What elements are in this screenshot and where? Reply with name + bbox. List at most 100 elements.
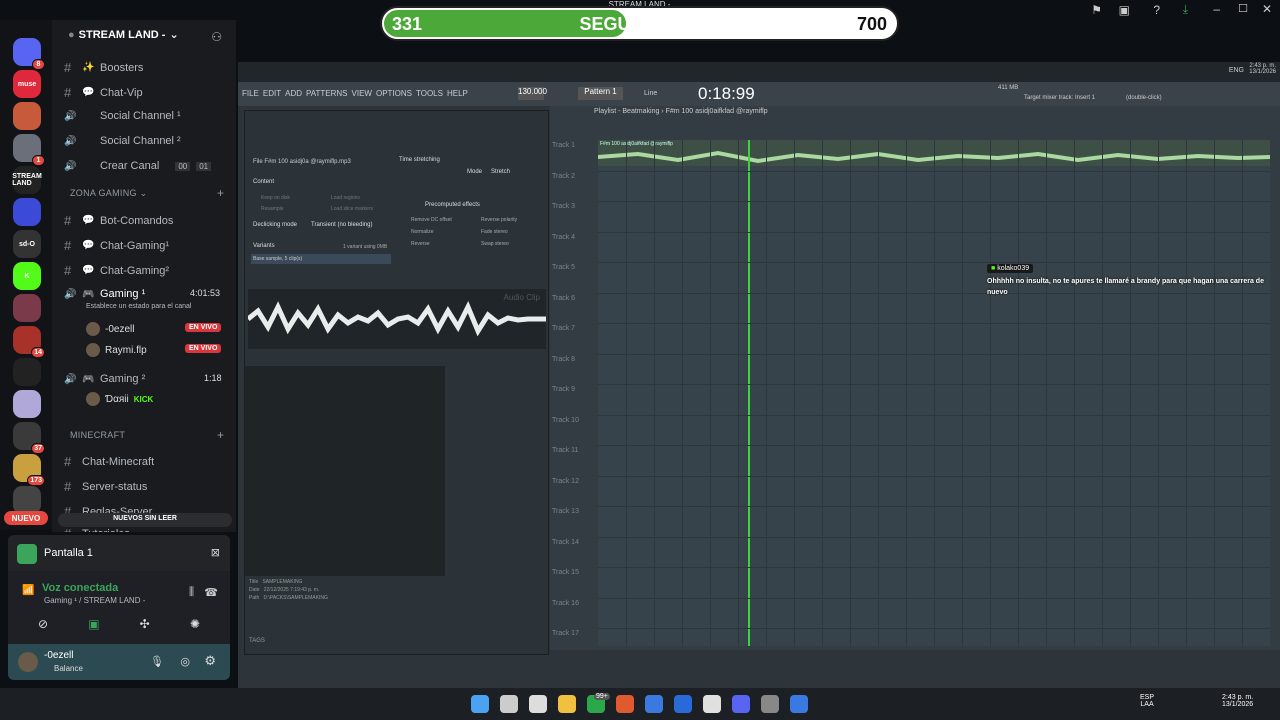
voice-user[interactable]: -0ezell xyxy=(86,322,134,336)
track-label[interactable]: Track 11 xyxy=(552,447,592,454)
camera-off-icon[interactable]: ⊘ xyxy=(38,617,48,631)
clock[interactable]: 2:43 p. m. 13/1/2026 xyxy=(1222,694,1253,708)
share-screen-icon[interactable]: ▣ xyxy=(88,617,99,631)
new-badge[interactable]: NUEVO xyxy=(4,511,48,525)
help-icon[interactable]: ? xyxy=(1153,3,1160,17)
start-taskbar-icon[interactable] xyxy=(471,695,489,713)
avatar[interactable] xyxy=(18,652,38,672)
channel-item[interactable]: 🔊 Social Channel ² xyxy=(64,135,181,147)
track-label[interactable]: Track 8 xyxy=(552,356,592,363)
server-discord-home[interactable]: 8 xyxy=(13,38,45,70)
server-avengers[interactable]: 14 xyxy=(13,326,45,358)
channel-item[interactable]: # 💬 Chat-Gaming¹ xyxy=(64,238,169,253)
user-name[interactable]: -0ezell xyxy=(44,650,73,661)
track-label[interactable]: Track 7 xyxy=(552,325,592,332)
snap-selector[interactable]: Line xyxy=(644,90,657,97)
track-label[interactable]: Track 4 xyxy=(552,234,592,241)
flag-icon[interactable]: ⚑ xyxy=(1091,3,1102,17)
fl-menu-item[interactable]: HELP xyxy=(447,89,468,98)
voice-user[interactable]: Raymi.flp xyxy=(86,343,147,357)
voice-sub[interactable]: Gaming ¹ / STREAM LAND - xyxy=(44,596,145,605)
download-icon[interactable]: ⤓ xyxy=(1183,2,1188,17)
stop-screen-icon[interactable]: ⊠ xyxy=(211,546,220,559)
new-unread-banner[interactable]: NUEVOS SIN LEER xyxy=(58,513,232,527)
screen-share-panel[interactable]: Pantalla 1 ⊠ xyxy=(8,535,230,571)
add-member-icon[interactable]: ⚇ xyxy=(211,30,222,44)
voice-channel-gaming1[interactable]: 🔊 🎮 Gaming ¹ xyxy=(64,288,145,300)
server-dark-server[interactable]: 37 xyxy=(13,422,45,454)
soundboard-icon[interactable]: ✺ xyxy=(190,617,200,631)
keep-checkbox[interactable]: Keep on disk xyxy=(261,195,290,201)
close-icon[interactable]: ✕ xyxy=(1262,2,1272,16)
mode-selector[interactable]: Stretch xyxy=(491,169,510,175)
headphones-icon[interactable]: ◎ xyxy=(180,655,190,668)
user-status[interactable]: Balance xyxy=(54,664,83,673)
track-label[interactable]: Track 10 xyxy=(552,417,592,424)
track-label[interactable]: Track 3 xyxy=(552,203,592,210)
server-anime2[interactable] xyxy=(13,390,41,418)
todo-taskbar-icon[interactable] xyxy=(674,695,692,713)
task-view-taskbar-icon[interactable] xyxy=(529,695,547,713)
track-label[interactable]: Track 15 xyxy=(552,569,592,576)
reverse-polarity-checkbox[interactable]: Reverse polarity xyxy=(481,217,517,223)
server-sd-o[interactable]: sd-O xyxy=(13,230,41,258)
add-channel-icon[interactable]: + xyxy=(217,428,224,442)
search-taskbar-icon[interactable] xyxy=(500,695,518,713)
tempo-display[interactable]: 130.000 xyxy=(518,87,547,100)
track-label[interactable]: Track 5 xyxy=(552,264,592,271)
playhead[interactable] xyxy=(748,140,750,646)
add-channel-icon[interactable]: + xyxy=(217,186,224,200)
playlist-grid[interactable]: F#m 100 asidj0aifkfad @raymiflp xyxy=(598,140,1270,646)
fl-menu-item[interactable]: VIEW xyxy=(352,89,372,98)
channel-item[interactable]: # 💬 Chat-Vip xyxy=(64,85,143,100)
variant-item[interactable]: Base sample, 5 clip(s) xyxy=(251,254,391,264)
remove-dc-checkbox[interactable]: Remove DC offset xyxy=(411,217,452,223)
server-name[interactable]: ● STREAM LAND - ⌄ xyxy=(68,28,179,42)
settings-icon[interactable]: ⚙ xyxy=(204,653,216,669)
voice-channel-gaming2[interactable]: 🔊 🎮 Gaming ² xyxy=(64,373,145,385)
track-label[interactable]: Track 9 xyxy=(552,386,592,393)
pattern-selector[interactable]: Pattern 1 xyxy=(578,87,623,100)
disconnect-icon[interactable]: ☎ xyxy=(204,586,218,599)
server-avatar-server[interactable] xyxy=(13,102,41,130)
fade-stereo-checkbox[interactable]: Fade stereo xyxy=(481,229,508,235)
channel-item[interactable]: # 💬 Bot-Comandos xyxy=(64,213,173,228)
load-regions-checkbox[interactable]: Load regions xyxy=(331,195,360,201)
track-label[interactable]: Track 1 xyxy=(552,142,592,149)
channel-status[interactable]: Establece un estado para el canal xyxy=(86,303,191,310)
track-label[interactable]: Track 13 xyxy=(552,508,592,515)
track-label[interactable]: Track 14 xyxy=(552,539,592,546)
server-gold-server[interactable]: 173 xyxy=(13,454,45,486)
minimize-icon[interactable]: – xyxy=(1213,2,1220,16)
mic-icon[interactable]: 🎙 xyxy=(150,655,164,668)
server-anime-server[interactable] xyxy=(13,294,41,322)
server-folder[interactable] xyxy=(13,198,41,226)
language-indicator[interactable]: ESP LAA xyxy=(1140,694,1154,708)
explorer-taskbar-icon[interactable] xyxy=(558,695,576,713)
normalize-checkbox[interactable]: Normalize xyxy=(411,229,434,235)
channel-item[interactable]: # 💬 Chat-Gaming² xyxy=(64,263,169,278)
noise-icon[interactable]: ⫼ xyxy=(189,586,194,599)
voice-status[interactable]: Voz conectada xyxy=(42,582,118,594)
app2-taskbar-icon[interactable] xyxy=(790,695,808,713)
app1-taskbar-icon[interactable] xyxy=(645,695,663,713)
inbox-icon[interactable]: ▣ xyxy=(1119,3,1130,17)
server-muse[interactable]: muse xyxy=(13,70,41,98)
channel-item[interactable]: 🔊 Social Channel ¹ xyxy=(64,110,181,122)
fl-menu-item[interactable]: OPTIONS xyxy=(376,89,412,98)
server-disrespect[interactable] xyxy=(13,358,41,386)
channel-item[interactable]: # Server-status xyxy=(64,479,147,494)
resample-checkbox[interactable]: Resample xyxy=(261,206,284,212)
fl-menu-item[interactable]: FILE xyxy=(242,89,259,98)
fl-menu-item[interactable]: EDIT xyxy=(263,89,281,98)
declicking-selector[interactable]: Transient (no bleeding) xyxy=(311,222,372,228)
category-minecraft[interactable]: MINECRAFT xyxy=(70,430,125,440)
track-label[interactable]: Track 2 xyxy=(552,173,592,180)
server-kick[interactable]: K xyxy=(13,262,41,290)
fl-menu-item[interactable]: ADD xyxy=(285,89,302,98)
track-label[interactable]: Track 12 xyxy=(552,478,592,485)
fl-menu-item[interactable]: TOOLS xyxy=(416,89,443,98)
arc-taskbar-icon[interactable] xyxy=(703,695,721,713)
track-label[interactable]: Track 17 xyxy=(552,630,592,637)
category-gaming[interactable]: ZONA GAMING ⌄ xyxy=(70,188,147,199)
